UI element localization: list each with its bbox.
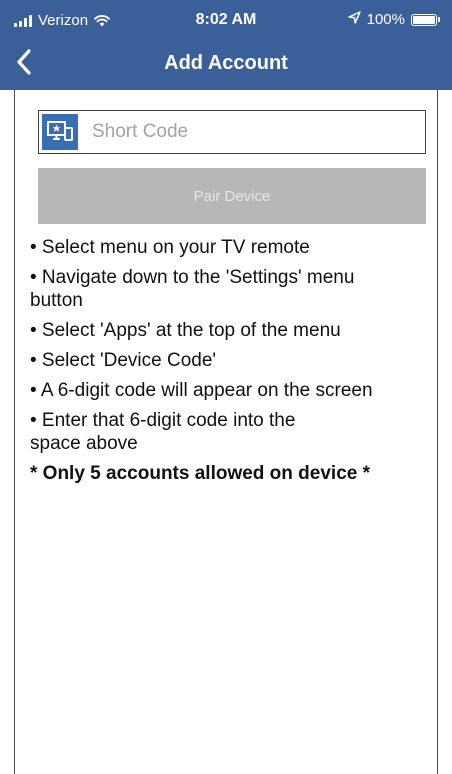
instruction-item: • Navigate down to the 'Settings' menu b… xyxy=(30,267,355,311)
pair-device-button[interactable]: Pair Device xyxy=(38,168,426,224)
location-icon xyxy=(347,11,361,28)
instruction-item: • Select menu on your TV remote xyxy=(30,237,310,258)
status-bar: Verizon 8:02 AM 100% xyxy=(0,0,452,40)
frame-border-left xyxy=(14,90,15,774)
instruction-item: • Select 'Device Code' xyxy=(30,350,217,371)
short-code-field[interactable] xyxy=(38,110,426,154)
page-title: Add Account xyxy=(164,52,288,74)
short-code-input[interactable] xyxy=(90,120,394,144)
battery-percent: 100% xyxy=(366,11,405,28)
account-limit-warning: * Only 5 accounts allowed on device * xyxy=(30,463,370,484)
instruction-item: • Enter that 6-digit code into the space… xyxy=(30,410,296,454)
device-code-icon xyxy=(42,114,78,150)
top-bar: Verizon 8:02 AM 100% Add Account xyxy=(0,0,452,90)
nav-bar: Add Account xyxy=(0,40,452,90)
battery-icon xyxy=(411,13,440,26)
instructions-list: • Select menu on your TV remote • Naviga… xyxy=(30,236,440,492)
status-right: 100% xyxy=(347,11,440,28)
instruction-item: • Select 'Apps' at the top of the menu xyxy=(30,320,341,341)
instruction-item: • A 6-digit code will appear on the scre… xyxy=(30,380,373,401)
add-account-screen: Verizon 8:02 AM 100% Add Account Short C… xyxy=(0,0,452,774)
